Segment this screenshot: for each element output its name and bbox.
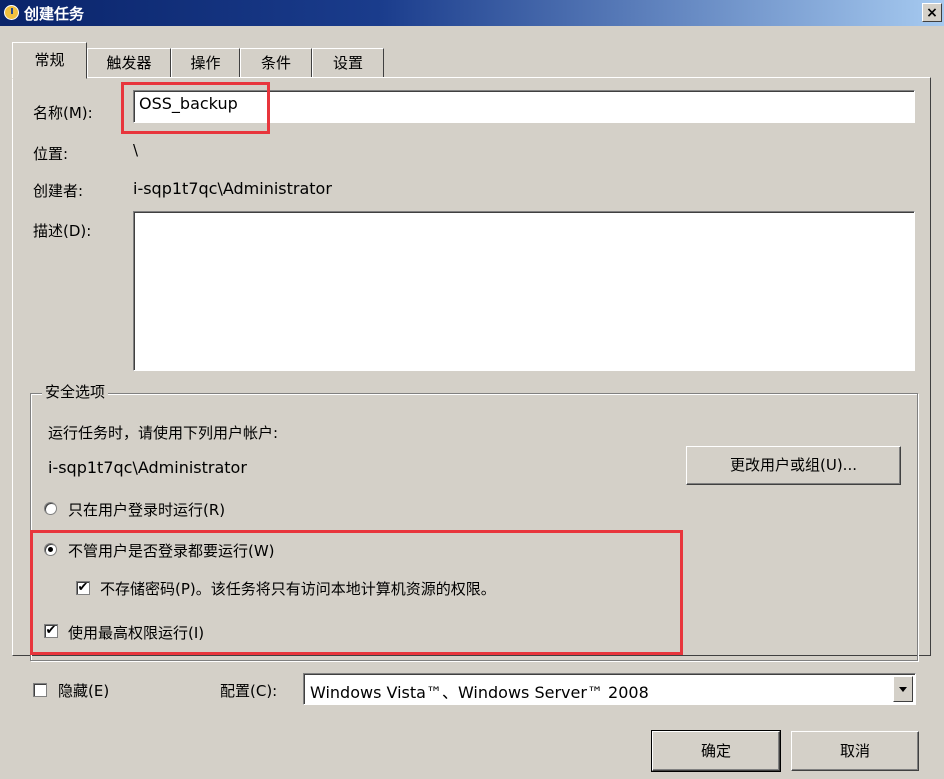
location-value: \ [133,141,139,159]
run-highest-privileges-checkbox[interactable]: ✔ [44,624,58,638]
do-not-store-password-checkbox[interactable]: ✔ [76,581,90,595]
tab-triggers[interactable]: 触发器 [87,48,171,78]
tab-settings[interactable]: 设置 [312,48,384,78]
radio-run-when-logged-on[interactable] [44,502,57,515]
title-bar: 创建任务 × [0,0,944,26]
hidden-label[interactable]: 隐藏(E) [58,680,109,701]
config-label: 配置(C): [220,682,278,700]
user-account-value: i-sqp1t7qc\Administrator [48,458,247,477]
tab-conditions[interactable]: 条件 [240,48,312,78]
ok-button[interactable]: 确定 [651,730,781,772]
security-options-title: 安全选项 [42,381,109,402]
change-user-button[interactable]: 更改用户或组(U)... [686,446,901,485]
do-not-store-password-label[interactable]: 不存储密码(P)。该任务将只有访问本地计算机资源的权限。 [100,578,496,599]
name-label: 名称(M): [33,104,93,122]
tab-general[interactable]: 常规 [12,42,87,79]
description-input[interactable] [133,211,915,371]
hidden-checkbox[interactable] [33,683,47,697]
description-label: 描述(D): [33,222,92,240]
radio-run-whether-logged-on[interactable] [44,543,57,556]
location-label: 位置: [33,145,69,163]
window-title: 创建任务 [24,5,85,23]
config-select[interactable]: Windows Vista™、Windows Server™ 2008 [303,673,916,705]
name-highlight-box [121,82,270,134]
run-highest-privileges-label[interactable]: 使用最高权限运行(I) [68,622,204,643]
chevron-down-icon[interactable] [893,676,913,702]
radio-run-whether-logged-on-label[interactable]: 不管用户是否登录都要运行(W) [68,540,275,561]
run-as-text: 运行任务时，请使用下列用户帐户: [48,424,279,442]
config-select-value: Windows Vista™、Windows Server™ 2008 [310,683,649,702]
cancel-button[interactable]: 取消 [791,731,919,771]
task-scheduler-icon [4,5,19,20]
radio-run-when-logged-on-label[interactable]: 只在用户登录时运行(R) [68,499,225,520]
close-button[interactable]: × [922,3,942,22]
tab-actions[interactable]: 操作 [171,48,240,78]
author-label: 创建者: [33,182,84,200]
author-value: i-sqp1t7qc\Administrator [133,179,332,198]
